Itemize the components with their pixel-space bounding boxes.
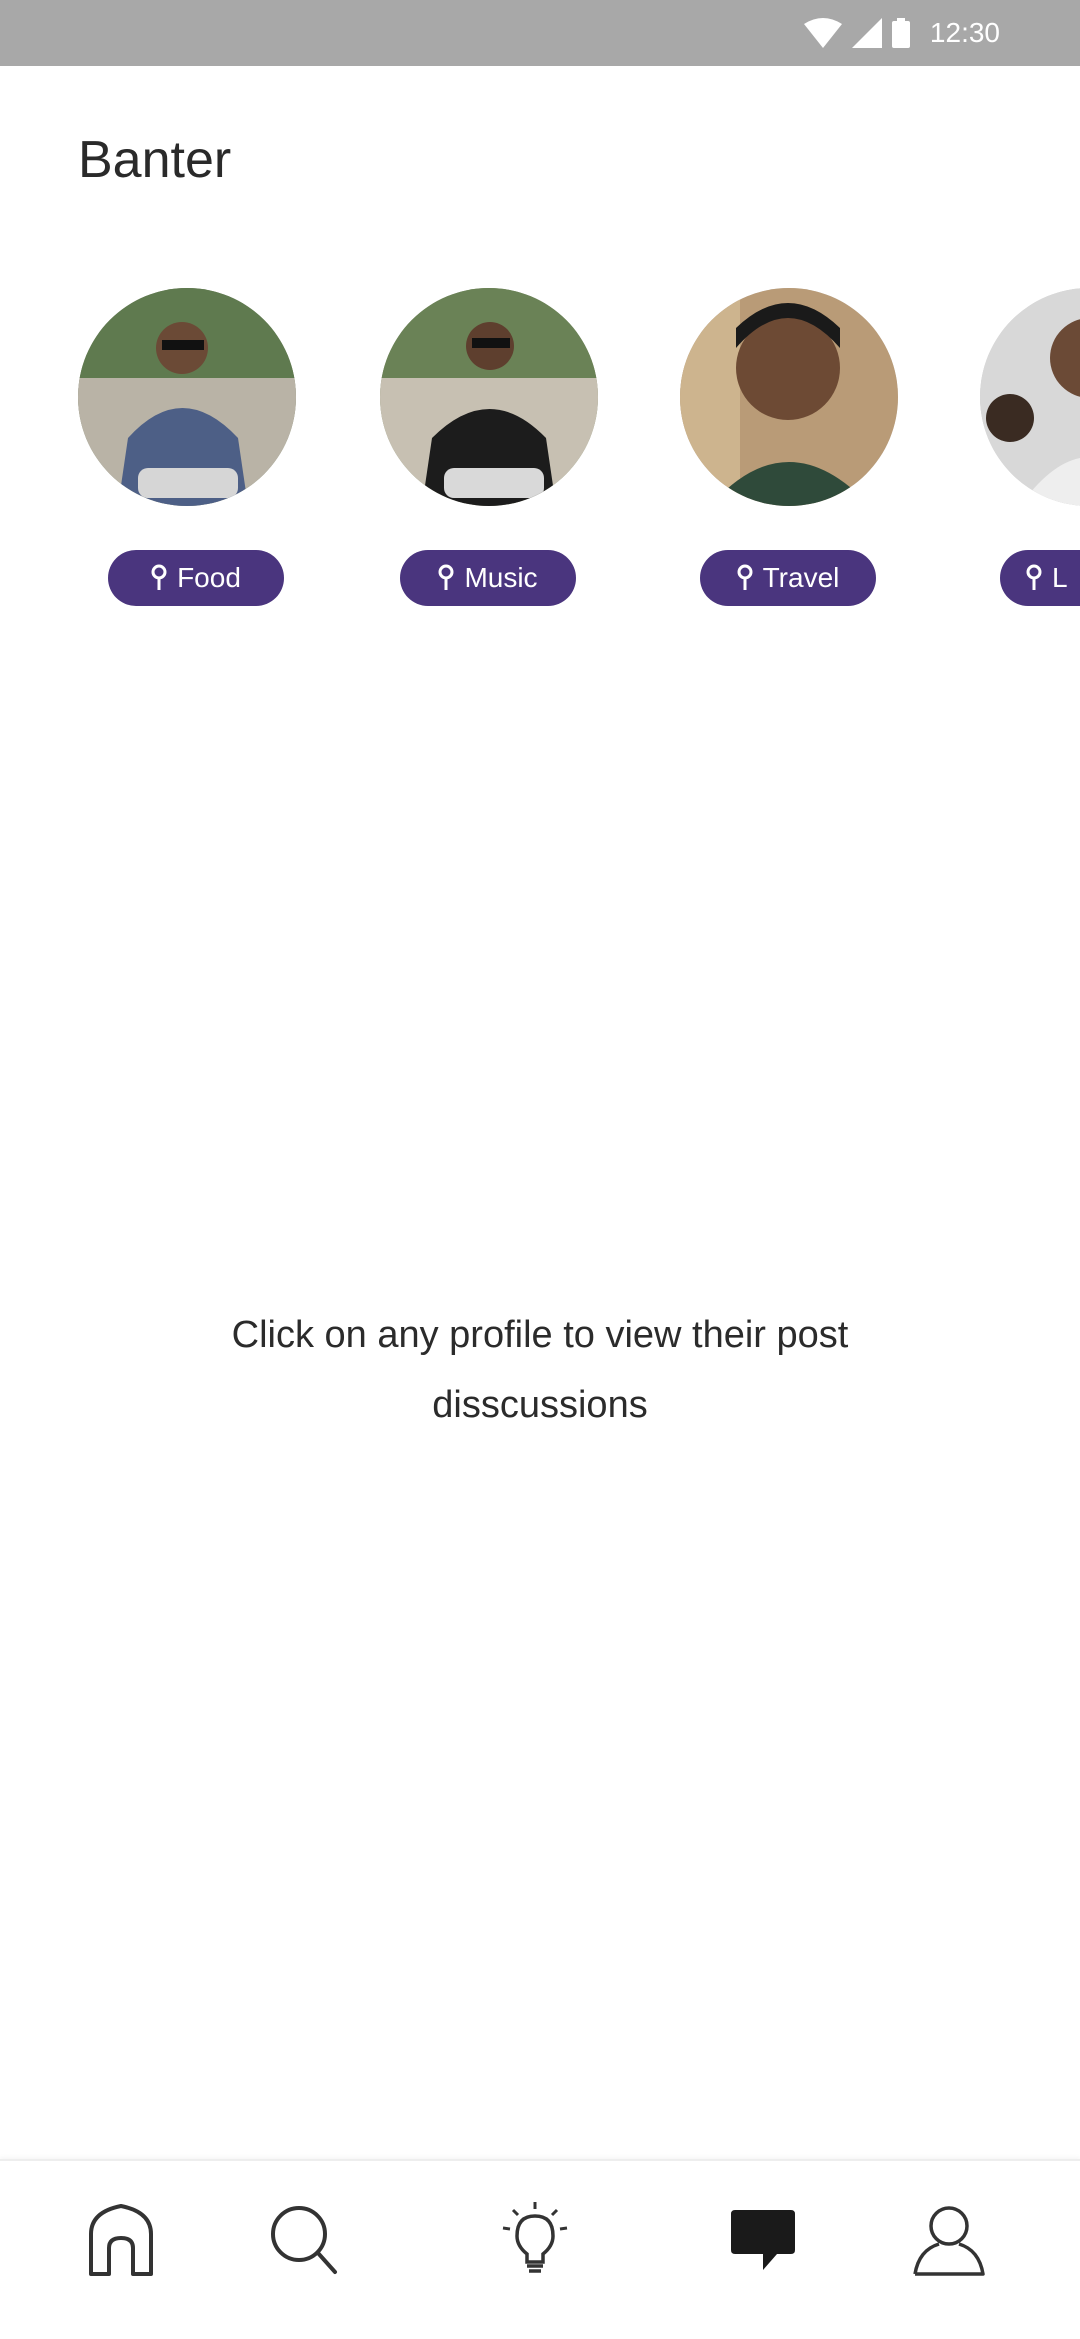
page-title: Banter bbox=[78, 131, 232, 189]
avatar[interactable] bbox=[980, 288, 1080, 506]
status-bar: 12:30 bbox=[0, 0, 1080, 66]
search-icon bbox=[271, 2206, 337, 2274]
empty-state-message: Click on any profile to view their post … bbox=[231, 1314, 849, 1426]
pin-icon bbox=[1026, 564, 1042, 590]
profile-photo bbox=[980, 288, 1080, 506]
nav-chat[interactable] bbox=[708, 2185, 818, 2295]
home-icon bbox=[89, 2204, 153, 2276]
bottom-navigation bbox=[0, 2159, 1080, 2339]
lightbulb-icon bbox=[502, 2202, 568, 2273]
interest-tag-label: Travel bbox=[762, 562, 840, 593]
pin-icon bbox=[151, 564, 167, 590]
interest-tag-label: Music bbox=[464, 562, 538, 593]
profile-icon bbox=[913, 2206, 985, 2276]
profile-photo bbox=[380, 288, 598, 506]
avatar[interactable] bbox=[78, 288, 296, 506]
avatar[interactable] bbox=[380, 288, 598, 506]
nav-home[interactable] bbox=[66, 2185, 176, 2295]
interest-tag-label: Food bbox=[177, 562, 241, 593]
avatar[interactable] bbox=[680, 288, 898, 506]
nav-profile[interactable] bbox=[894, 2185, 1004, 2295]
nav-search[interactable] bbox=[250, 2185, 360, 2295]
profile-card-partial[interactable]: L bbox=[980, 288, 1080, 618]
interest-tag-food[interactable]: Food bbox=[108, 550, 284, 606]
battery-icon bbox=[891, 18, 910, 48]
profile-photo bbox=[78, 288, 296, 506]
pin-icon bbox=[438, 564, 454, 590]
interest-tag-label: L bbox=[1052, 562, 1068, 593]
wifi-icon bbox=[803, 18, 842, 48]
status-time: 12:30 bbox=[929, 17, 1000, 48]
profile-card-music[interactable]: Music bbox=[380, 288, 598, 618]
signal-icon bbox=[851, 18, 882, 48]
status-icons: 12:30 bbox=[803, 14, 1000, 52]
pin-icon bbox=[737, 564, 753, 590]
interest-tag-music[interactable]: Music bbox=[400, 550, 576, 606]
profile-photo bbox=[680, 288, 898, 506]
interest-tag-partial[interactable]: L bbox=[1000, 550, 1080, 606]
nav-ideas[interactable] bbox=[480, 2185, 590, 2295]
interest-tag-travel[interactable]: Travel bbox=[700, 550, 876, 606]
profile-carousel[interactable]: Food Music Travel L bbox=[0, 288, 1080, 618]
profile-card-travel[interactable]: Travel bbox=[680, 288, 898, 618]
chat-bubble-icon bbox=[731, 2210, 795, 2270]
profile-card-food[interactable]: Food bbox=[78, 288, 296, 618]
